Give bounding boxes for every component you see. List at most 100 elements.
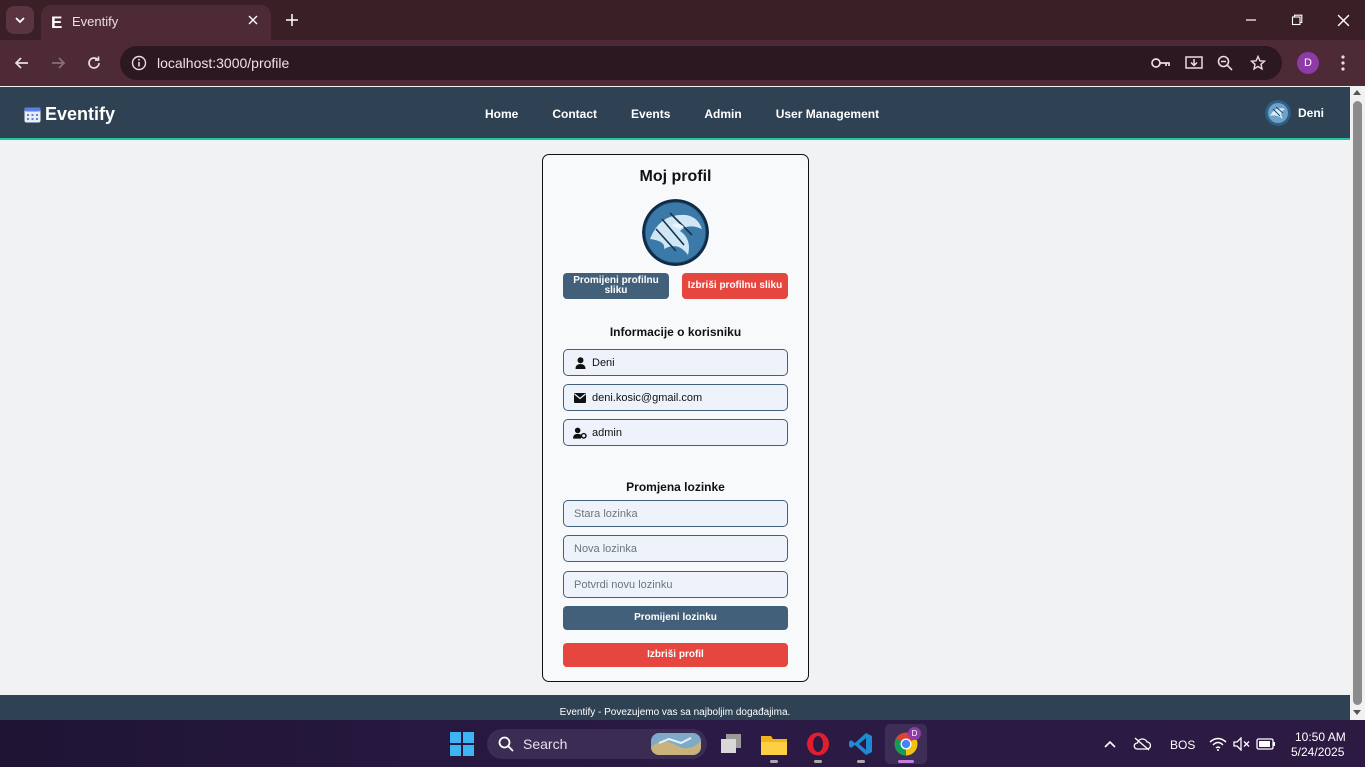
windows-taskbar: Search D BOS 10:50 AM 5/24/2025 (0, 720, 1365, 767)
bookmark-star-icon[interactable] (1247, 52, 1269, 74)
taskbar-search-label: Search (523, 736, 568, 752)
reload-button[interactable] (82, 51, 106, 75)
close-icon (1337, 14, 1349, 26)
show-hidden-icons-button[interactable] (1100, 734, 1120, 754)
close-icon (248, 15, 258, 25)
opera-running-indicator (814, 760, 822, 763)
folder-icon (761, 736, 787, 755)
onedrive-icon[interactable] (1132, 734, 1152, 754)
browser-tab-active[interactable]: E Eventify (41, 5, 271, 40)
more-vertical-icon (1341, 55, 1345, 71)
page-viewport: Eventify Home Contact Events Admin User … (0, 87, 1350, 720)
delete-profile-button[interactable]: Izbriši profil (563, 643, 788, 667)
username-field: Deni (563, 349, 788, 376)
browser-menu-button[interactable] (1333, 51, 1353, 75)
vscode-icon (849, 733, 872, 755)
nav-link-user-management[interactable]: User Management (776, 107, 879, 121)
main-navigation: Home Contact Events Admin User Managemen… (485, 107, 913, 121)
scroll-up-arrow-icon[interactable] (1353, 90, 1361, 95)
task-view-icon (721, 734, 741, 753)
battery-icon[interactable] (1256, 734, 1276, 754)
site-navbar: Eventify Home Contact Events Admin User … (0, 87, 1350, 140)
confirm-password-input[interactable] (563, 571, 788, 598)
nav-link-events[interactable]: Events (631, 107, 670, 121)
nav-link-home[interactable]: Home (485, 107, 518, 121)
browser-toolbar: localhost:3000/profile D (0, 40, 1365, 86)
user-info-heading: Informacije o korisniku (609, 325, 742, 339)
site-info-icon[interactable] (128, 52, 150, 74)
nav-link-admin[interactable]: Admin (704, 107, 741, 121)
browser-profile-avatar[interactable]: D (1297, 52, 1319, 74)
user-icon (573, 356, 587, 370)
clock-date[interactable]: 5/24/2025 (1291, 745, 1344, 759)
explorer-running-indicator (770, 760, 778, 763)
tab-search-button[interactable] (6, 6, 34, 34)
opera-button[interactable] (803, 729, 833, 759)
install-app-icon[interactable] (1183, 52, 1205, 74)
role-field: admin (563, 419, 788, 446)
envelope-icon (573, 391, 587, 405)
arrow-right-icon (52, 57, 66, 69)
change-password-button[interactable]: Promijeni lozinku (563, 606, 788, 630)
vscode-button[interactable] (846, 729, 876, 759)
restore-icon (1291, 14, 1303, 26)
profile-picture (642, 199, 709, 266)
navbar-username: Deni (1298, 106, 1325, 120)
start-button[interactable] (447, 729, 477, 759)
forward-button[interactable] (46, 51, 70, 75)
chrome-profile-badge: D (908, 727, 921, 740)
role-value: admin (592, 426, 622, 439)
browser-tab-bar: E Eventify (0, 0, 1365, 40)
file-explorer-button[interactable] (759, 729, 789, 759)
brand-logo[interactable]: Eventify (24, 104, 115, 125)
url-text: localhost:3000/profile (157, 55, 290, 71)
nav-link-contact[interactable]: Contact (552, 107, 597, 121)
arrow-left-icon (14, 57, 28, 69)
profile-card: Moj profil Promijeni profilnu sliku Izbr… (542, 154, 809, 682)
close-window-button[interactable] (1331, 8, 1355, 32)
change-profile-picture-button[interactable]: Promijeni profilnu sliku (563, 273, 669, 299)
clock-time[interactable]: 10:50 AM (1295, 730, 1346, 744)
new-tab-button[interactable] (282, 10, 302, 30)
scroll-down-arrow-icon[interactable] (1353, 710, 1361, 715)
site-footer: Eventify - Povezujemo vas sa najboljim d… (0, 695, 1350, 720)
change-password-heading: Promjena lozinke (626, 480, 725, 494)
input-language[interactable]: BOS (1170, 738, 1195, 752)
windows-logo-icon (450, 732, 474, 756)
volume-muted-icon[interactable] (1232, 734, 1252, 754)
brand-name: Eventify (45, 104, 116, 124)
restore-button[interactable] (1285, 8, 1309, 32)
tab-favicon: E (51, 13, 63, 32)
tab-title: Eventify (72, 14, 119, 29)
email-field: deni.kosic@gmail.com (563, 384, 788, 411)
page-title: Moj profil (639, 168, 712, 185)
wifi-icon[interactable] (1208, 734, 1228, 754)
user-gear-icon (573, 426, 587, 440)
back-button[interactable] (10, 51, 34, 75)
plus-icon (286, 14, 298, 26)
chrome-active-indicator (898, 760, 914, 763)
taskbar-search[interactable]: Search (487, 729, 707, 759)
minimize-icon (1246, 19, 1256, 21)
search-icon (498, 736, 514, 752)
minimize-button[interactable] (1239, 8, 1263, 32)
chevron-down-icon (15, 17, 25, 24)
navbar-user-menu[interactable]: Deni (1265, 100, 1324, 126)
password-key-icon[interactable] (1150, 52, 1172, 74)
chevron-up-icon (1104, 740, 1116, 748)
navbar-avatar (1265, 100, 1291, 126)
zoom-icon[interactable] (1214, 52, 1236, 74)
tab-close-button[interactable] (243, 10, 263, 30)
old-password-input[interactable] (563, 500, 788, 527)
footer-text: Eventify - Povezujemo vas sa najboljim d… (559, 707, 791, 718)
delete-profile-picture-button[interactable]: Izbriši profilnu sliku (682, 273, 788, 299)
search-highlight-image (651, 733, 701, 755)
scrollbar-thumb[interactable] (1353, 101, 1362, 705)
vscode-running-indicator (857, 760, 865, 763)
task-view-button[interactable] (716, 729, 746, 759)
new-password-input[interactable] (563, 535, 788, 562)
chrome-taskbar-button[interactable]: D (885, 724, 927, 764)
opera-icon (807, 732, 829, 756)
address-bar[interactable]: localhost:3000/profile (120, 46, 1282, 80)
page-scrollbar[interactable] (1350, 87, 1365, 720)
